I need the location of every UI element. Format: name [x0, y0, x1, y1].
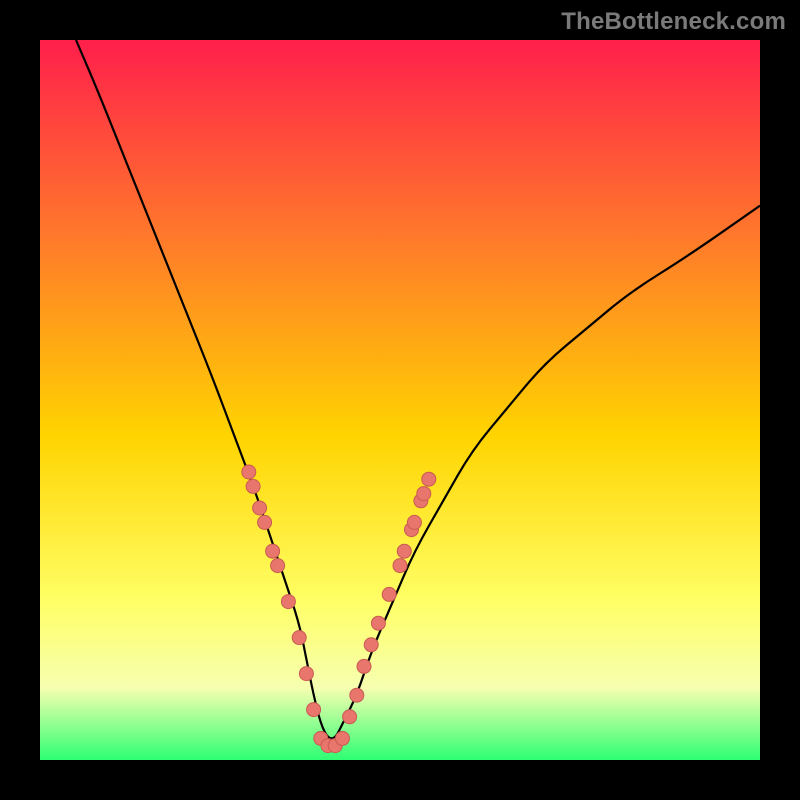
data-marker [307, 703, 321, 717]
chart-frame: TheBottleneck.com [0, 0, 800, 800]
data-marker [271, 559, 285, 573]
data-marker [407, 515, 421, 529]
watermark-text: TheBottleneck.com [561, 8, 786, 36]
data-marker [335, 731, 349, 745]
data-marker [382, 587, 396, 601]
plot-area [40, 40, 760, 760]
data-marker [417, 487, 431, 501]
data-marker [343, 710, 357, 724]
data-marker [397, 544, 411, 558]
data-marker [422, 472, 436, 486]
data-marker [292, 631, 306, 645]
data-marker [393, 559, 407, 573]
data-marker [371, 616, 385, 630]
data-marker [266, 544, 280, 558]
data-marker [364, 638, 378, 652]
data-marker [281, 595, 295, 609]
data-marker [242, 465, 256, 479]
gradient-bg [40, 40, 760, 760]
data-marker [299, 667, 313, 681]
data-marker [258, 515, 272, 529]
data-marker [246, 479, 260, 493]
data-marker [253, 501, 267, 515]
data-marker [350, 688, 364, 702]
chart-svg [40, 40, 760, 760]
data-marker [357, 659, 371, 673]
